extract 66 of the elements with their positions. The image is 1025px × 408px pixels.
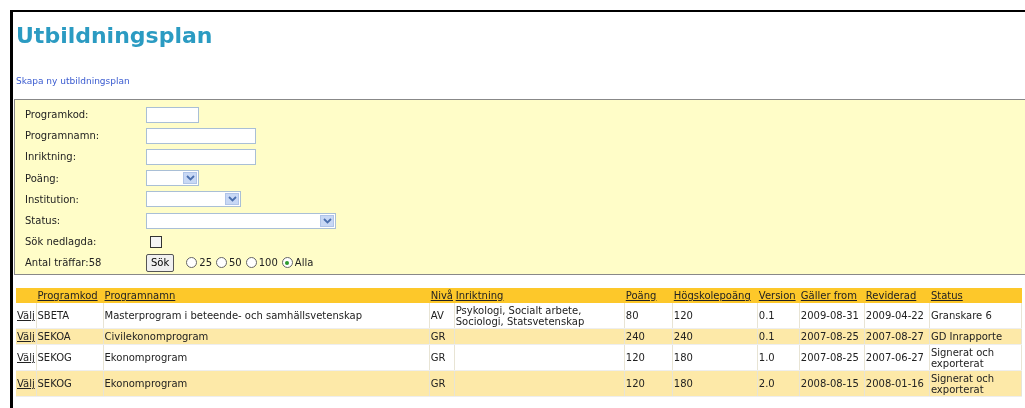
table-cell: Masterprogram i beteende- och samhällsvetenskap <box>104 310 363 321</box>
table-cell: 240 <box>625 331 645 342</box>
table-cell: SBETA <box>37 310 70 321</box>
table-cell: 180 <box>673 352 693 363</box>
table-cell: GR <box>430 331 446 342</box>
radio-button[interactable] <box>245 257 257 269</box>
caret-icon[interactable] <box>320 214 334 227</box>
input-field[interactable] <box>146 127 256 144</box>
table-cell: Psykologi, Socialt arbete, Sociologi, Statsvetenskap <box>455 304 585 327</box>
radio-label: 100 <box>258 257 278 269</box>
table-cell: 2007-06-27 <box>865 352 924 363</box>
table-cell: 2008-08-15 <box>800 378 859 389</box>
search-button[interactable]: Sök <box>146 253 175 272</box>
radio-button[interactable] <box>281 257 293 269</box>
table-cell: 2007-08-25 <box>800 331 859 342</box>
input-field[interactable] <box>146 148 256 165</box>
table-cell: 120 <box>625 378 645 389</box>
table-cell: 0.1 <box>758 310 775 321</box>
table-cell: SEKOA <box>37 331 71 342</box>
caret-icon[interactable] <box>225 193 239 206</box>
radio-button[interactable] <box>186 257 198 269</box>
radio-label: 50 <box>229 257 242 269</box>
table-cell: GR <box>430 378 446 389</box>
table-cell: SEKOG <box>37 378 72 389</box>
input-field[interactable] <box>146 106 199 123</box>
table-cell: 80 <box>625 310 639 321</box>
table-cell: 2.0 <box>758 378 775 389</box>
table-cell: 120 <box>625 352 645 363</box>
table-cell: Signerat och exporterat <box>930 372 995 395</box>
table-cell: GD Inrapporte <box>930 331 1003 342</box>
radio-button[interactable] <box>216 257 227 269</box>
create-link[interactable]: Skapa ny utbildningsplan <box>16 76 130 86</box>
table-cell: 2007-08-25 <box>800 352 859 363</box>
table-cell: Civilekonomprogram <box>104 331 209 342</box>
table-cell: 0.1 <box>758 331 775 342</box>
column-header[interactable]: Nivå <box>430 290 453 301</box>
table-cell: 240 <box>673 331 693 342</box>
table-cell: Granskare 6 <box>930 310 992 321</box>
column-header[interactable]: Programnamn <box>104 290 176 301</box>
table-cell: 2008-01-16 <box>865 378 924 389</box>
table-cell: AV <box>430 310 444 321</box>
table-cell: SEKOG <box>37 352 72 363</box>
table-cell: 2009-04-22 <box>865 310 924 321</box>
table-cell: 2009-08-31 <box>800 310 859 321</box>
field-label: Status: <box>25 215 62 227</box>
field-label: Inriktning: <box>25 151 78 163</box>
table-cell: GR <box>430 352 446 363</box>
field-label: Sök nedlagda: <box>25 236 98 248</box>
table-cell: Ekonomprogram <box>104 378 188 389</box>
table-cell: Signerat och exporterat <box>930 346 995 369</box>
field-label: Programnamn: <box>25 130 101 142</box>
field-label: Institution: <box>25 193 80 205</box>
field-label: Programkod: <box>25 109 90 121</box>
checkbox[interactable] <box>150 235 162 248</box>
hit-count: Antal träffar:58 <box>25 257 103 269</box>
dropdown[interactable] <box>146 170 199 187</box>
field-label: Poäng: <box>25 172 60 184</box>
table-cell: Ekonomprogram <box>104 352 188 363</box>
caret-icon[interactable] <box>183 172 197 185</box>
radio-label: 25 <box>199 257 212 269</box>
table-cell: 180 <box>673 378 693 389</box>
page-title: Utbildningsplan <box>15 22 213 50</box>
table-cell: 1.0 <box>758 352 775 363</box>
radio-label: Alla <box>294 257 314 269</box>
table-cell: 120 <box>673 310 693 321</box>
table-cell: 2007-08-27 <box>865 331 924 342</box>
